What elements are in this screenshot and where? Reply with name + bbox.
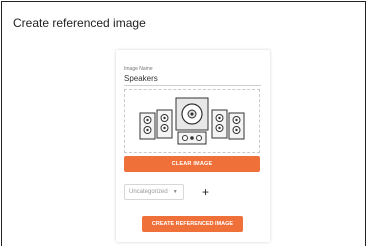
image-name-label: Image Name: [124, 66, 153, 72]
image-name-underline: [124, 85, 261, 86]
form-card: Image Name Speakers CLEAR IMAGE Uncatego…: [116, 50, 270, 242]
chevron-down-icon: ▼: [172, 189, 178, 195]
image-name-input[interactable]: Speakers: [124, 74, 158, 83]
category-select-value: Uncategorized: [129, 189, 168, 195]
clear-image-button[interactable]: CLEAR IMAGE: [124, 156, 260, 172]
speakers-image: [139, 97, 245, 145]
image-dropzone[interactable]: [124, 89, 260, 153]
plus-icon[interactable]: +: [202, 186, 209, 198]
page-title: Create referenced image: [13, 16, 146, 30]
create-referenced-image-button[interactable]: CREATE REFERENCED IMAGE: [142, 216, 243, 232]
category-select[interactable]: Uncategorized ▼: [124, 184, 184, 200]
